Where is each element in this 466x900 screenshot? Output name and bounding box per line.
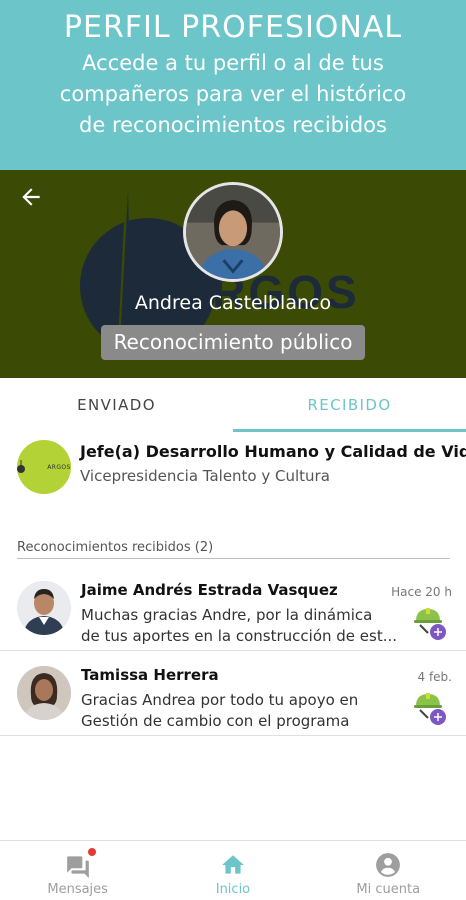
helmet-badge-icon [414,693,446,725]
recognitions-count-label: Reconocimientos recibidos (2) [17,540,214,555]
back-arrow-icon[interactable] [18,184,44,210]
tab-bar: ENVIADO RECIBIDO [0,378,466,432]
nav-messages[interactable]: Mensajes [0,841,155,900]
nav-home-label: Inicio [215,882,251,897]
timestamp: 4 feb. [417,670,453,684]
sender-avatar [17,666,71,720]
promo-subtitle: Accede a tu perfil o al de tus compañero… [0,46,466,141]
department-name: Vicepresidencia Talento y Cultura [80,467,330,485]
message-line: Muchas gracias Andre, por la dinámica [81,606,373,624]
promo-title: PERFIL PROFESIONAL [63,10,403,45]
home-icon [222,855,244,874]
message-line: de tus aportes en la construcción de est… [81,627,398,645]
nav-account-label: Mi cuenta [356,882,421,897]
org-logo: ARGOS [17,440,71,494]
nav-messages-label: Mensajes [47,882,108,897]
promo-subtitle-line: de reconocimientos recibidos [79,113,387,137]
chat-icon [66,856,89,878]
timestamp: Hace 20 h [391,585,452,599]
tab-received[interactable]: RECIBIDO [233,378,466,432]
org-logo-text: ARGOS [47,463,71,471]
promo-header: PERFIL PROFESIONAL Accede a tu perfil o … [0,0,466,170]
message-line: Gracias Andrea por todo tu apoyo en [81,691,359,709]
recognition-item[interactable]: Tamissa Herrera 4 feb. Gracias Andrea po… [0,652,466,736]
nav-home[interactable]: Inicio [155,841,310,900]
sender-name: Tamissa Herrera [81,666,219,684]
promo-subtitle-line: Accede a tu perfil o al de tus [82,51,384,75]
account-circle-icon [376,853,401,877]
nav-account[interactable]: Mi cuenta [311,841,466,900]
message-preview: Muchas gracias Andre, por la dinámica de… [81,605,403,647]
profile-hero: ARGOS Andrea Castelblanco Reconocimiento… [0,170,466,378]
message-line: Gestión de cambio con el programa [81,712,350,730]
sender-avatar [17,581,71,635]
recognition-item[interactable]: Jaime Andrés Estrada Vasquez Hace 20 h M… [0,567,466,651]
sender-name: Jaime Andrés Estrada Vasquez [81,581,338,599]
promo-subtitle-line: compañeros para ver el histórico [59,82,407,106]
profile-name: Andrea Castelblanco [134,292,332,314]
message-preview: Gracias Andrea por todo tu apoyo en Gest… [81,690,403,732]
public-recognition-button[interactable]: Reconocimiento público [101,325,365,360]
notification-dot [88,848,96,856]
section-divider [17,558,450,559]
bottom-nav: Mensajes Inicio Mi cuenta [0,840,466,900]
helmet-badge-icon [414,608,446,640]
position-title: Jefe(a) Desarrollo Humano y Calidad de V… [80,442,466,461]
position-row: ARGOS Jefe(a) Desarrollo Humano y Calida… [0,432,466,508]
argos-mini-logo-icon [17,460,26,473]
profile-avatar [183,182,283,282]
tab-sent[interactable]: ENVIADO [0,378,233,432]
